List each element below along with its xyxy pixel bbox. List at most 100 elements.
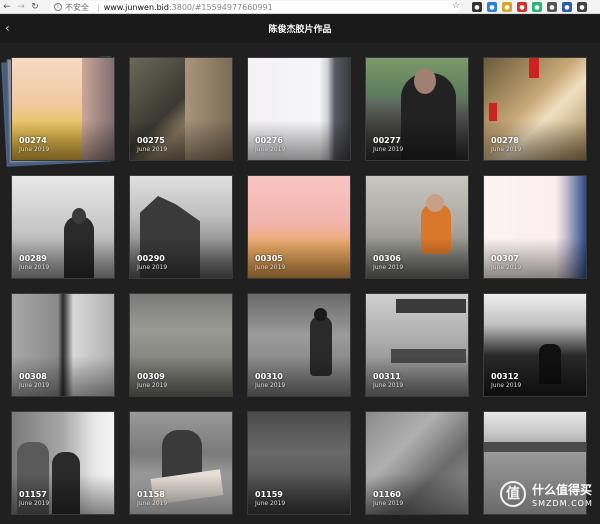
extension-icon-3[interactable]: ● [502, 2, 512, 12]
photo-date: June 2019 [373, 500, 404, 507]
tile-caption: 00306 June 2019 [373, 254, 403, 272]
photo-tile[interactable]: 01160 June 2019 [365, 411, 469, 515]
photo-tile[interactable]: 00309 June 2019 [129, 293, 233, 397]
security-indicator[interactable]: i 不安全 [54, 2, 89, 13]
photo-date: June 2019 [19, 146, 50, 153]
tile-caption: 00307 June 2019 [491, 254, 521, 272]
tile-caption: 01158 June 2019 [137, 490, 167, 508]
photo-date: June 2019 [19, 264, 50, 271]
extension-icon-2[interactable]: ● [487, 2, 497, 12]
photo-number: 00312 [491, 372, 519, 381]
photo-number: 00308 [19, 372, 47, 381]
photo-tile[interactable]: 00306 June 2019 [365, 175, 469, 279]
tile-caption: 00289 June 2019 [19, 254, 49, 272]
photo-number: 00290 [137, 254, 165, 263]
tile-caption: 00277 June 2019 [373, 136, 403, 154]
url-host: www.junwen.bid [103, 2, 169, 12]
photo-tile[interactable]: 01159 June 2019 [247, 411, 351, 515]
photo-tile[interactable]: 00307 June 2019 [483, 175, 587, 279]
tile-caption: 00305 June 2019 [255, 254, 285, 272]
photo-number: 00310 [255, 372, 283, 381]
photo-date: June 2019 [255, 382, 286, 389]
photo-number: 01157 [19, 490, 47, 499]
tile-caption: 00276 June 2019 [255, 136, 285, 154]
photo-number: 00274 [19, 136, 47, 145]
photo-date: June 2019 [255, 264, 286, 271]
reload-icon[interactable]: ↻ [28, 0, 42, 14]
page-title: 陈俊杰胶片作品 [268, 25, 332, 35]
photo-tile[interactable]: 01158 June 2019 [129, 411, 233, 515]
photo-tile[interactable]: 00275 June 2019 [129, 57, 233, 161]
photo-date: June 2019 [137, 146, 168, 153]
photo-date: June 2019 [137, 500, 168, 507]
bookmark-star-icon[interactable]: ☆ [452, 1, 460, 11]
photo-number: 01158 [137, 490, 165, 499]
tile-caption: 01160 June 2019 [373, 490, 403, 508]
tile-caption: 00290 June 2019 [137, 254, 167, 272]
photo-date: June 2019 [373, 382, 404, 389]
photo-tile[interactable]: 00305 June 2019 [247, 175, 351, 279]
photo-number: 00277 [373, 136, 401, 145]
photo-date: June 2019 [19, 500, 50, 507]
forward-icon[interactable]: → [14, 0, 28, 14]
site-watermark: 值 什么值得买 SMZDM.COM [500, 475, 600, 519]
photo-tile[interactable]: 00308 June 2019 [11, 293, 115, 397]
photo-number: 00289 [19, 254, 47, 263]
back-icon[interactable]: ← [0, 0, 14, 14]
photo-date: June 2019 [137, 382, 168, 389]
photo-tile[interactable]: 00311 June 2019 [365, 293, 469, 397]
page-header: ‹ 陈俊杰胶片作品 [0, 15, 600, 43]
photo-tile[interactable]: 00312 June 2019 [483, 293, 587, 397]
extension-icon-6[interactable]: ● [547, 2, 557, 12]
tile-caption: 00309 June 2019 [137, 372, 167, 390]
extension-icon-5[interactable]: ● [532, 2, 542, 12]
extension-icon-8[interactable]: ● [577, 2, 587, 12]
photo-date: June 2019 [137, 264, 168, 271]
photo-tile[interactable]: 01157 June 2019 [11, 411, 115, 515]
photo-number: 00306 [373, 254, 401, 263]
photo-tile[interactable]: 00274 June 2019 [11, 57, 115, 161]
tile-caption: 00312 June 2019 [491, 372, 521, 390]
address-separator: | [97, 2, 100, 12]
tile-caption: 00310 June 2019 [255, 372, 285, 390]
tile-caption: 00278 June 2019 [491, 136, 521, 154]
photo-date: June 2019 [373, 146, 404, 153]
extension-icon-4[interactable]: ● [517, 2, 527, 12]
address-bar[interactable]: i 不安全 | www.junwen.bid:3800/#15594977660… [50, 1, 460, 13]
browser-toolbar: ← → ↻ i 不安全 | www.junwen.bid:3800/#15594… [0, 0, 600, 14]
photo-tile[interactable]: 00278 June 2019 [483, 57, 587, 161]
extension-icon-7[interactable]: ● [562, 2, 572, 12]
tile-caption: 00274 June 2019 [19, 136, 49, 154]
info-icon: i [54, 3, 62, 11]
tile-caption: 00308 June 2019 [19, 372, 49, 390]
photo-tile[interactable]: 00276 June 2019 [247, 57, 351, 161]
watermark-logo-icon: 值 [500, 481, 526, 507]
photo-date: June 2019 [373, 264, 404, 271]
photo-number: 00275 [137, 136, 165, 145]
photo-tile[interactable]: 00289 June 2019 [11, 175, 115, 279]
insecure-label: 不安全 [65, 2, 89, 12]
url-path: :3800/#15594977660991 [168, 2, 273, 12]
watermark-line1: 什么值得买 [532, 483, 593, 497]
watermark-line2: SMZDM.COM [532, 499, 593, 508]
photo-number: 00307 [491, 254, 519, 263]
extension-icon-1[interactable]: ● [472, 2, 482, 12]
photo-date: June 2019 [19, 382, 50, 389]
photo-date: June 2019 [491, 382, 522, 389]
photo-number: 00276 [255, 136, 283, 145]
photo-tile[interactable]: 00290 June 2019 [129, 175, 233, 279]
photo-number: 00309 [137, 372, 165, 381]
photo-date: June 2019 [255, 146, 286, 153]
tile-caption: 00311 June 2019 [373, 372, 403, 390]
photo-number: 01159 [255, 490, 283, 499]
photo-tile[interactable]: 00277 June 2019 [365, 57, 469, 161]
photo-number: 00305 [255, 254, 283, 263]
photo-tile[interactable]: 00310 June 2019 [247, 293, 351, 397]
photo-number: 00311 [373, 372, 401, 381]
tile-caption: 01159 June 2019 [255, 490, 285, 508]
photo-date: June 2019 [491, 146, 522, 153]
photo-number: 01160 [373, 490, 401, 499]
photo-number: 00278 [491, 136, 519, 145]
photo-date: June 2019 [491, 264, 522, 271]
photo-date: June 2019 [255, 500, 286, 507]
